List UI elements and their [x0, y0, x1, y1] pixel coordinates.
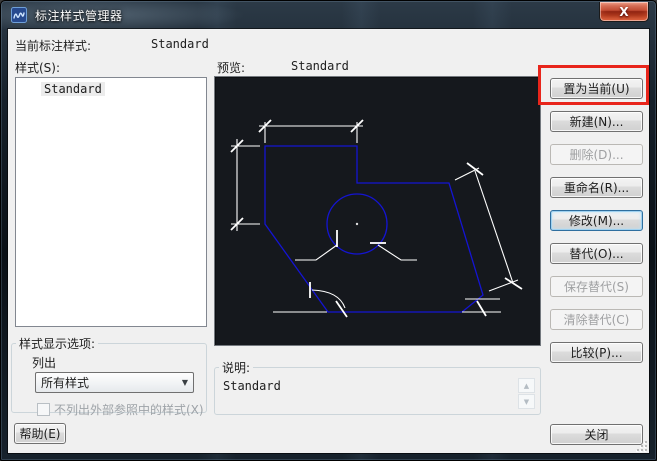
style-display-options-label: 样式显示选项:: [16, 335, 98, 352]
description-value: Standard: [223, 379, 281, 393]
preview-canvas: [214, 76, 541, 346]
modify-button[interactable]: 修改(M)...: [550, 210, 643, 231]
scroll-up-button[interactable]: ▲: [518, 378, 535, 393]
preview-dimensions-white: [231, 120, 522, 317]
rename-button[interactable]: 重命名(R)...: [550, 177, 643, 198]
description-label: 说明:: [219, 359, 253, 376]
scroll-up-icon: ▲: [524, 382, 529, 390]
close-button[interactable]: X: [599, 2, 649, 22]
styles-list-label: 样式(S):: [15, 59, 60, 76]
help-button[interactable]: 帮助(E): [14, 423, 66, 444]
hide-xref-checkbox-label: 不列出外部参照中的样式(X): [54, 401, 204, 418]
dimension-preview-drawing: [215, 77, 540, 345]
description-group: 说明: Standard ▲ ▼: [214, 359, 541, 415]
preview-label: 预览:: [217, 59, 245, 76]
hide-xref-checkbox-row: 不列出外部参照中的样式(X): [37, 401, 204, 418]
style-display-options-group: 样式显示选项: 列出 所有样式 ▼ 不列出外部参照中的样式(X): [11, 335, 207, 413]
delete-button: 删除(D)...: [550, 144, 643, 165]
new-style-button[interactable]: 新建(N)...: [550, 111, 643, 132]
current-style-value: Standard: [151, 37, 209, 51]
preview-shape-blue: [265, 146, 483, 312]
scroll-down-icon: ▼: [524, 398, 529, 406]
title-bar: 标注样式管理器 X: [1, 1, 656, 29]
resize-grip[interactable]: [636, 440, 648, 452]
side-button-column: 置为当前(U) 新建(N)... 删除(D)... 重命名(R)... 修改(M…: [550, 78, 643, 375]
dropdown-selected-value: 所有样式: [36, 374, 177, 391]
style-list-item-standard[interactable]: Standard: [41, 82, 105, 96]
scroll-down-button[interactable]: ▼: [518, 394, 535, 409]
description-scrollbar: ▲ ▼: [518, 378, 535, 410]
dimension-style-manager-window: 标注样式管理器 X 当前标注样式: Standard 样式(S): Standa…: [0, 0, 657, 461]
list-label: 列出: [32, 354, 56, 371]
compare-button[interactable]: 比较(P)...: [550, 342, 643, 363]
set-current-button[interactable]: 置为当前(U): [550, 78, 643, 99]
clear-override-button: 清除替代(C): [550, 309, 643, 330]
window-frame: 标注样式管理器 X 当前标注样式: Standard 样式(S): Standa…: [0, 0, 657, 461]
dialog-body: 当前标注样式: Standard 样式(S): Standard 预览: Sta…: [8, 29, 649, 453]
hide-xref-checkbox[interactable]: [37, 403, 50, 416]
save-override-button: 保存替代(S): [550, 276, 643, 297]
current-style-label: 当前标注样式:: [15, 37, 91, 54]
override-button[interactable]: 替代(O)...: [550, 243, 643, 264]
window-title: 标注样式管理器: [35, 7, 123, 24]
chevron-down-icon: ▼: [177, 378, 193, 387]
styles-listbox[interactable]: Standard: [15, 77, 207, 327]
close-icon: X: [619, 6, 628, 18]
circle-center-dot: [356, 223, 358, 225]
style-filter-dropdown[interactable]: 所有样式 ▼: [35, 372, 194, 393]
app-icon: [11, 7, 27, 23]
close-dialog-button[interactable]: 关闭: [550, 424, 643, 445]
preview-style-name: Standard: [291, 59, 349, 73]
